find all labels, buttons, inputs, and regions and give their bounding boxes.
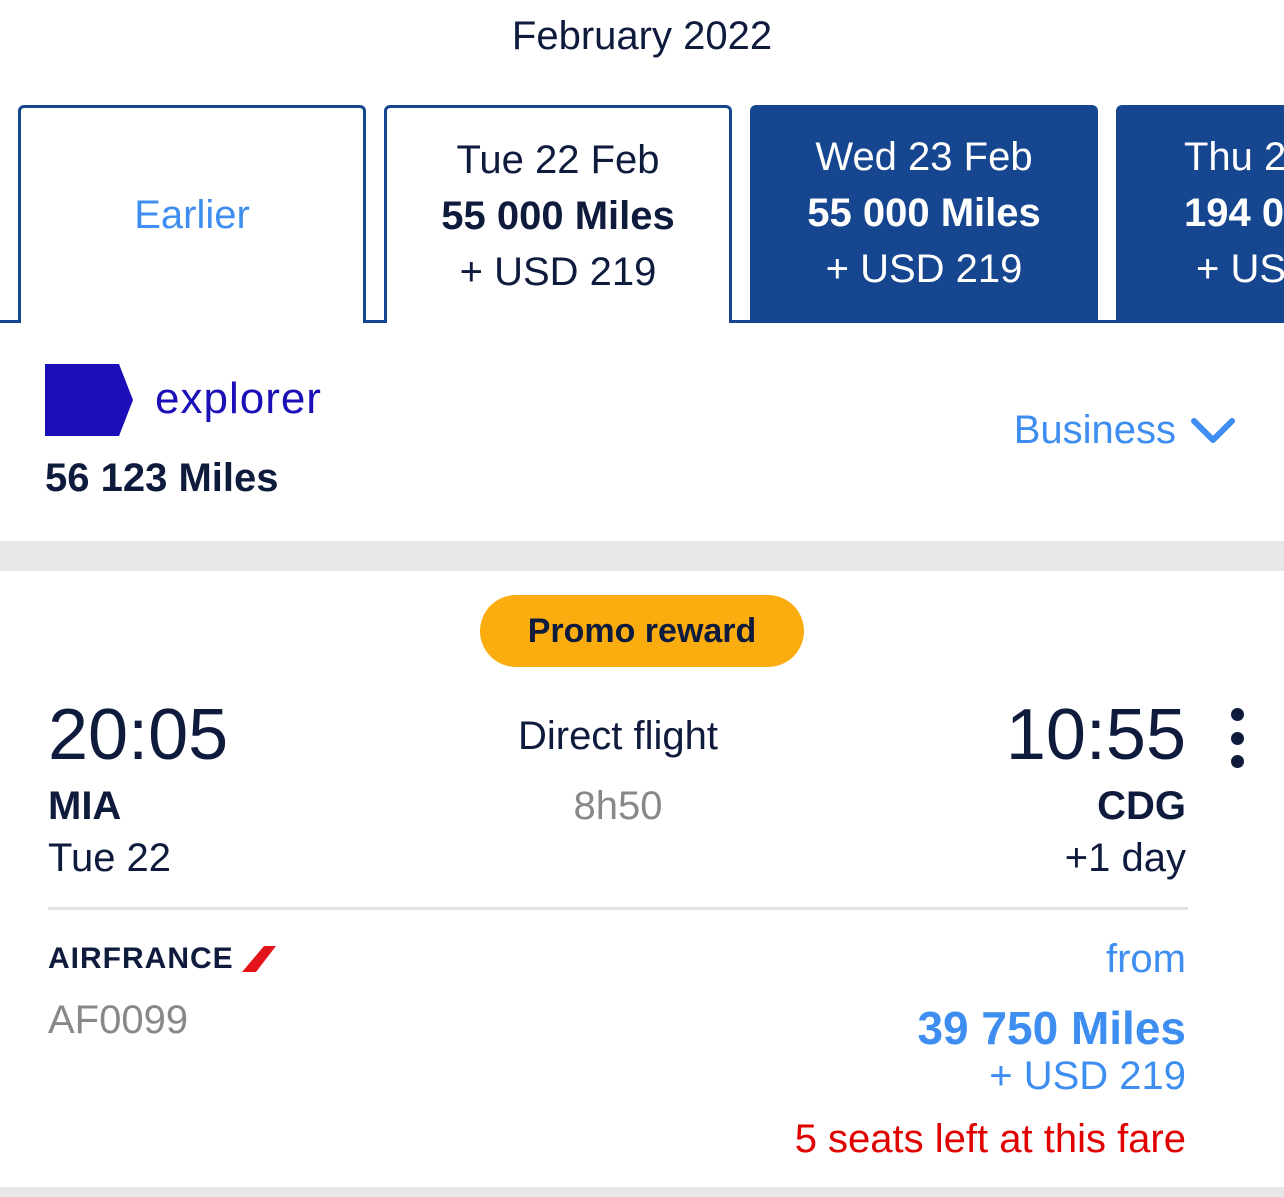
airline-logo: AIRFRANCE	[48, 942, 278, 975]
price-from-label: from	[1106, 937, 1186, 981]
tab-miles: 55 000 Miles	[441, 193, 675, 238]
arrival-day-offset: +1 day	[1064, 836, 1186, 880]
tab-tue-22-feb[interactable]: Tue 22 Feb 55 000 Miles + USD 219	[384, 105, 732, 323]
month-title: February 2022	[511, 14, 773, 58]
section-separator	[0, 541, 1284, 571]
tab-earlier[interactable]: Earlier	[18, 105, 366, 323]
tab-date: Wed 23 Feb	[815, 134, 1033, 179]
departure-time: 20:05	[48, 695, 229, 775]
tab-miles: 55 000 Miles	[807, 190, 1041, 235]
flight-number: AF0099	[48, 998, 189, 1042]
arrival-time: 10:55	[1005, 695, 1186, 775]
tab-date: Tue 22 Feb	[456, 137, 660, 182]
price-miles[interactable]: 39 750 Miles	[917, 1001, 1186, 1055]
flight-duration: 8h50	[573, 784, 663, 828]
bottom-separator	[0, 1187, 1284, 1197]
airline-name: AIRFRANCE	[48, 942, 234, 975]
dot	[1230, 731, 1244, 745]
seats-left-warning: 5 seats left at this fare	[794, 1117, 1186, 1161]
tab-miles: 194 00	[1184, 190, 1284, 235]
connection-type: Direct flight	[517, 714, 719, 758]
earlier-label: Earlier	[134, 193, 250, 237]
price-usd: + USD 219	[989, 1054, 1186, 1098]
chevron-down-icon	[1191, 417, 1235, 443]
date-tabs: Earlier Tue 22 Feb 55 000 Miles + USD 21…	[0, 105, 1284, 323]
cabin-class-dropdown[interactable]: Business	[1014, 408, 1236, 453]
tab-wed-23-feb[interactable]: Wed 23 Feb 55 000 Miles + USD 219	[750, 105, 1098, 320]
tab-usd: + USD 219	[825, 246, 1023, 291]
dot	[1230, 755, 1244, 768]
dot	[1230, 708, 1244, 721]
tier-name: explorer	[155, 374, 322, 423]
tab-date: Thu 2	[1184, 134, 1284, 179]
miles-balance: 56 123 Miles	[45, 456, 279, 500]
card-divider	[48, 907, 1188, 910]
tab-thu-partial[interactable]: Thu 2 194 00 + US	[1116, 105, 1284, 320]
cabin-class-label: Business	[1013, 408, 1176, 452]
airfrance-slash-icon	[241, 946, 276, 972]
departure-date: Tue 22	[48, 836, 172, 880]
explorer-tier-logo	[45, 364, 133, 436]
tab-usd: + USD 219	[459, 249, 657, 294]
arrival-airport: CDG	[1097, 784, 1186, 828]
more-vertical-icon[interactable]	[1222, 708, 1252, 768]
departure-airport: MIA	[48, 784, 122, 828]
promo-reward-badge: Promo reward	[480, 595, 804, 667]
tab-usd: + US	[1196, 246, 1284, 291]
